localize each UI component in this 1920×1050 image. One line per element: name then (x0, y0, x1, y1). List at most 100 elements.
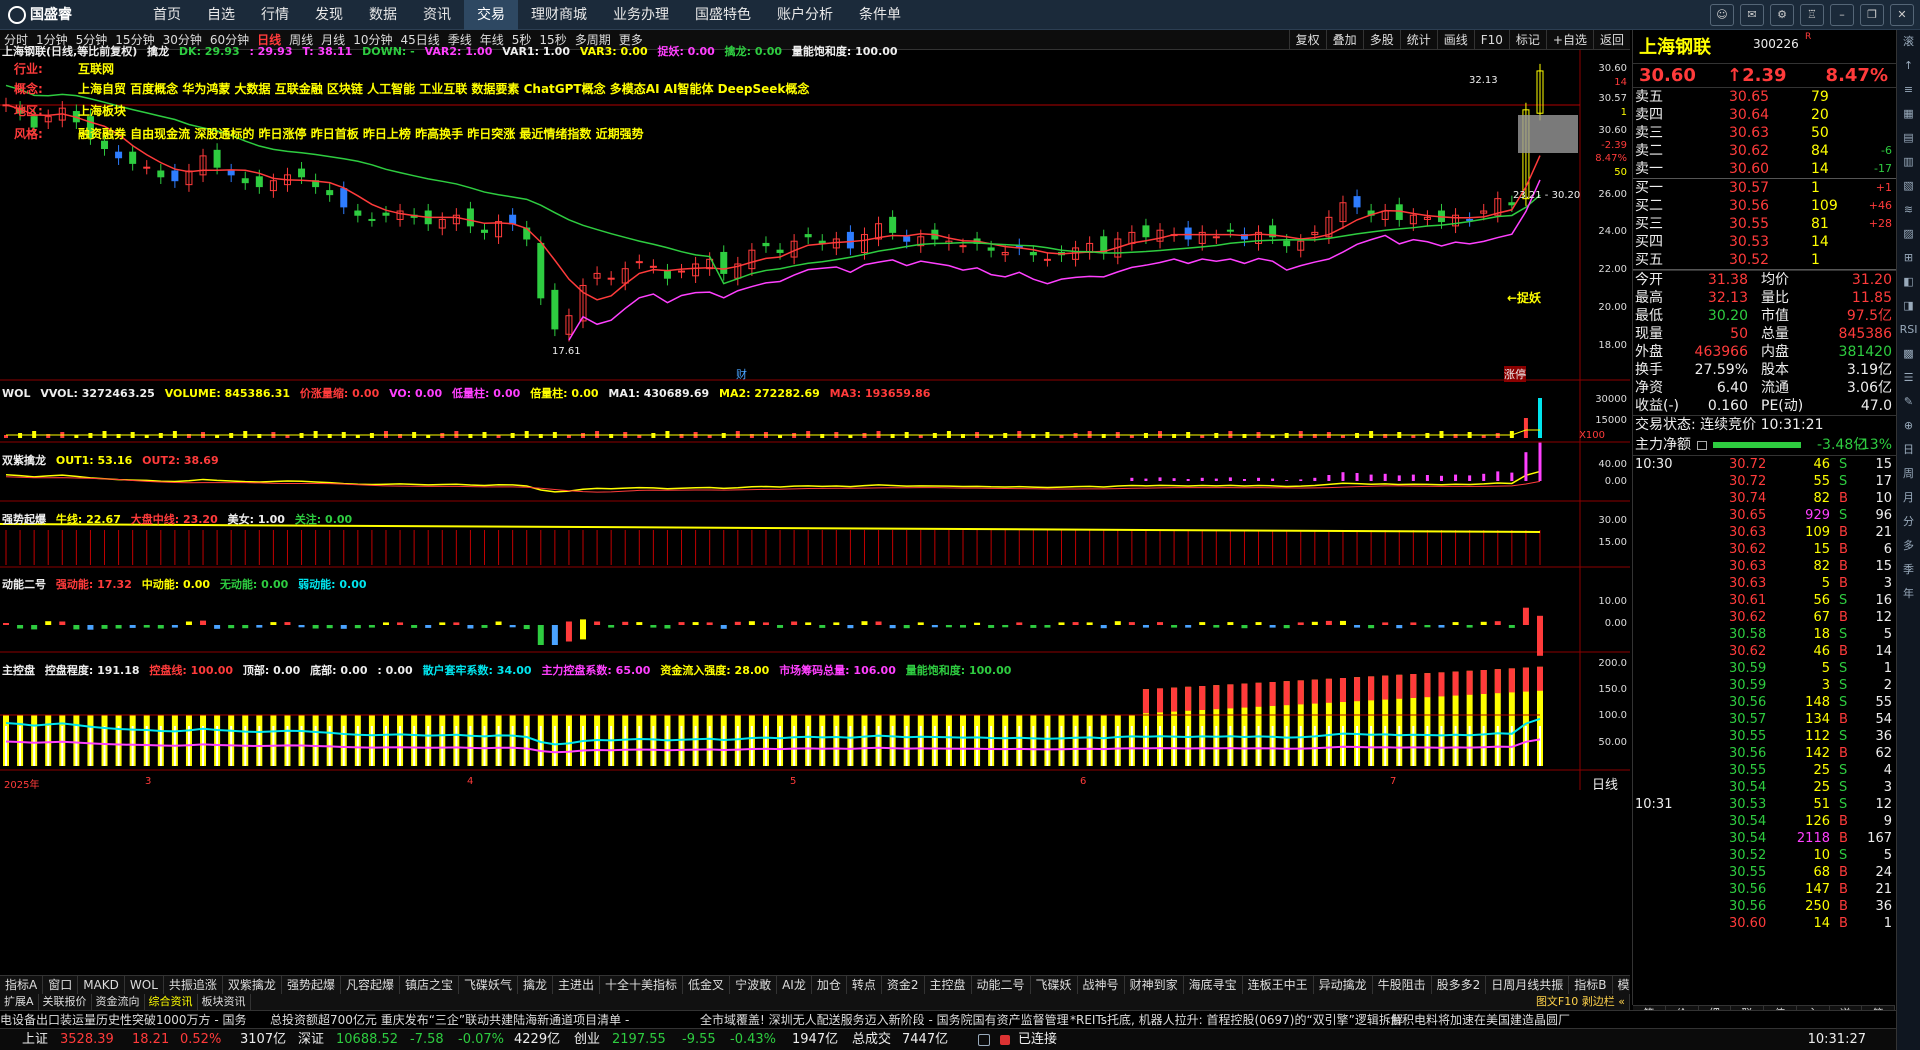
news-item[interactable]: 台积电料将加速在美国建造晶圆厂 (1390, 1011, 1570, 1028)
menu-item[interactable]: 自选 (194, 0, 248, 30)
p4-indicator-name[interactable]: 动能二号 (2, 578, 46, 591)
menu-item[interactable]: 发现 (302, 0, 356, 30)
chart-tool-button[interactable]: 返回 (1592, 30, 1630, 50)
indicator-tab[interactable]: 飞碟妖气 (459, 976, 518, 994)
side-tool-icon[interactable]: 周 (1897, 462, 1920, 486)
chart-area[interactable]: 上海钢联(日线,等比前复权) 擒龙 DK: 29.93 : 29.93 T: 3… (0, 45, 1630, 975)
chart-tool-button[interactable]: +自选 (1545, 30, 1593, 50)
indicator-tab[interactable]: 擒龙 (518, 976, 554, 994)
sidebar-toggle[interactable]: 图文F10 剥边栏 « (1532, 994, 1630, 1010)
indicator-tab[interactable]: 动能二号 (972, 976, 1031, 994)
chart-tool-button[interactable]: F10 (1473, 30, 1509, 50)
extension-tab[interactable]: 关联报价 (39, 994, 92, 1010)
indicator-tab[interactable]: 窗口 (43, 976, 79, 994)
p3-indicator-name[interactable]: 强势起爆 (2, 513, 46, 526)
indicator-tab[interactable]: 十全十美指标 (600, 976, 684, 994)
side-tool-icon[interactable]: ≋ (1897, 198, 1920, 222)
menu-item[interactable]: 理财商城 (518, 0, 600, 30)
indicator-tab[interactable]: MAKD (78, 976, 125, 994)
indicator-tab[interactable]: 连板王中王 (1243, 976, 1314, 994)
cy-label[interactable]: 创业 (574, 1029, 600, 1050)
side-tool-icon[interactable]: ↑ (1897, 54, 1920, 78)
menu-item[interactable]: 资讯 (410, 0, 464, 30)
vol-indicator-name[interactable]: WOL (2, 387, 31, 400)
indicator-tab[interactable]: 异动擒龙 (1314, 976, 1373, 994)
news-item[interactable]: 电设备出口装运量历史性突破1000万方 - 国务 (0, 1011, 247, 1028)
chart-tool-button[interactable]: 叠加 (1325, 30, 1363, 50)
minimize-icon[interactable]: – (1830, 4, 1854, 26)
p5-indicator-name[interactable]: 主控盘 (2, 664, 35, 677)
indicator-tab[interactable]: 主进出 (553, 976, 601, 994)
side-tool-icon[interactable]: 日 (1897, 438, 1920, 462)
chart-tool-button[interactable]: 标记 (1508, 30, 1546, 50)
side-tool-icon[interactable]: 滚 (1897, 30, 1920, 54)
news-item[interactable]: 全市域覆盖! 深圳无人配送服务迈入新阶段 - 国务院国有资产监督管理 (700, 1011, 1069, 1028)
side-tool-icon[interactable]: ◧ (1897, 270, 1920, 294)
side-tool-icon[interactable]: ⊕ (1897, 414, 1920, 438)
p2-indicator-name[interactable]: 双紫擒龙 (2, 454, 46, 467)
indicator-tab[interactable]: 指标A (0, 976, 44, 994)
indicator-tab[interactable]: 战神号 (1078, 976, 1125, 994)
chart-tool-button[interactable]: 复权 (1288, 30, 1326, 50)
order-row[interactable]: 卖一 30.60 14 -17 (1633, 160, 1896, 178)
order-row[interactable]: 卖二 30.62 84 -6 (1633, 142, 1896, 160)
sz-label[interactable]: 深证 (298, 1029, 324, 1050)
indicator-tab[interactable]: 共振追涨 (164, 976, 223, 994)
indicator-tab[interactable]: 牛股阻击 (1373, 976, 1432, 994)
order-row[interactable]: 买一 30.57 1 +1 (1633, 179, 1896, 197)
close-icon[interactable]: ✕ (1890, 4, 1914, 26)
gear-icon[interactable]: ⚙ (1770, 4, 1794, 26)
side-tool-icon[interactable]: ▤ (1897, 126, 1920, 150)
order-row[interactable]: 买三 30.55 81 +28 (1633, 215, 1896, 233)
indicator-tab[interactable]: 镇店之宝 (400, 976, 459, 994)
shirt-icon[interactable]: ♖ (1800, 4, 1824, 26)
menu-item[interactable]: 业务办理 (600, 0, 682, 30)
side-tool-icon[interactable]: ▦ (1897, 102, 1920, 126)
indicator-tab[interactable]: 日周月线共振 (1486, 976, 1570, 994)
indicator-tab[interactable]: 低金叉 (683, 976, 731, 994)
indicator-tab[interactable]: AI龙 (777, 976, 812, 994)
mail-icon[interactable]: ✉ (1740, 4, 1764, 26)
extension-tab[interactable]: 板块资讯 (198, 994, 251, 1010)
side-tool-icon[interactable]: ▨ (1897, 222, 1920, 246)
extension-tab[interactable]: 资金流向 (92, 994, 145, 1010)
indicator-tab[interactable]: 财神到家 (1125, 976, 1184, 994)
side-tool-icon[interactable]: 分 (1897, 510, 1920, 534)
side-tool-icon[interactable]: 多 (1897, 534, 1920, 558)
indicator-tab-right[interactable]: 模 (1613, 976, 1630, 994)
indicator-tab[interactable]: 股多多2 (1432, 976, 1487, 994)
indicator-tab[interactable]: 海底寻宝 (1184, 976, 1243, 994)
order-row[interactable]: 买二 30.56 109 +46 (1633, 197, 1896, 215)
menu-item[interactable]: 行情 (248, 0, 302, 30)
indicator-tab[interactable]: 飞碟妖 (1031, 976, 1078, 994)
news-item[interactable]: *REITs托底, 机器人拉升: 首程控股(0697)的“双引擎”逻辑拆解 (1070, 1011, 1403, 1028)
menu-item[interactable]: 交易 (464, 0, 518, 30)
side-tool-icon[interactable]: ≡ (1897, 78, 1920, 102)
menu-item[interactable]: 条件单 (846, 0, 914, 30)
app-logo[interactable]: 国盛睿 (8, 4, 100, 26)
side-tool-icon[interactable]: RSI (1897, 318, 1920, 342)
bell-icon[interactable] (978, 1034, 990, 1046)
side-tool-icon[interactable]: 年 (1897, 582, 1920, 606)
restore-icon[interactable]: ❐ (1860, 4, 1884, 26)
indicator-tab[interactable]: WOL (125, 976, 164, 994)
indicator-tab[interactable]: 资金2 (882, 976, 925, 994)
indicator-tab[interactable]: 加仓 (812, 976, 847, 994)
side-tool-icon[interactable]: 季 (1897, 558, 1920, 582)
stop-icon[interactable] (1000, 1035, 1010, 1045)
chart-tool-button[interactable]: 画线 (1436, 30, 1474, 50)
order-row[interactable]: 买五 30.52 1 (1633, 251, 1896, 269)
side-tool-icon[interactable]: ✎ (1897, 390, 1920, 414)
sh-label[interactable]: 上证 (22, 1029, 48, 1050)
order-row[interactable]: 买四 30.53 14 (1633, 233, 1896, 251)
tick-list[interactable]: 10:30 30.72 46 S 15 30.72 55 S 17 30.74 82 B 10 30.65… (1633, 456, 1896, 932)
net-toggle-icon[interactable] (1697, 441, 1707, 450)
order-row[interactable]: 卖三 30.63 50 (1633, 124, 1896, 142)
menu-item[interactable]: 国盛特色 (682, 0, 764, 30)
indicator-tab[interactable]: 强势起爆 (282, 976, 341, 994)
side-tool-icon[interactable]: ⊞ (1897, 246, 1920, 270)
chart-tool-button[interactable]: 多股 (1362, 30, 1400, 50)
menu-item[interactable]: 首页 (140, 0, 194, 30)
indicator-tab[interactable]: 凡容起爆 (341, 976, 400, 994)
indicator-tab[interactable]: 主控盘 (925, 976, 972, 994)
